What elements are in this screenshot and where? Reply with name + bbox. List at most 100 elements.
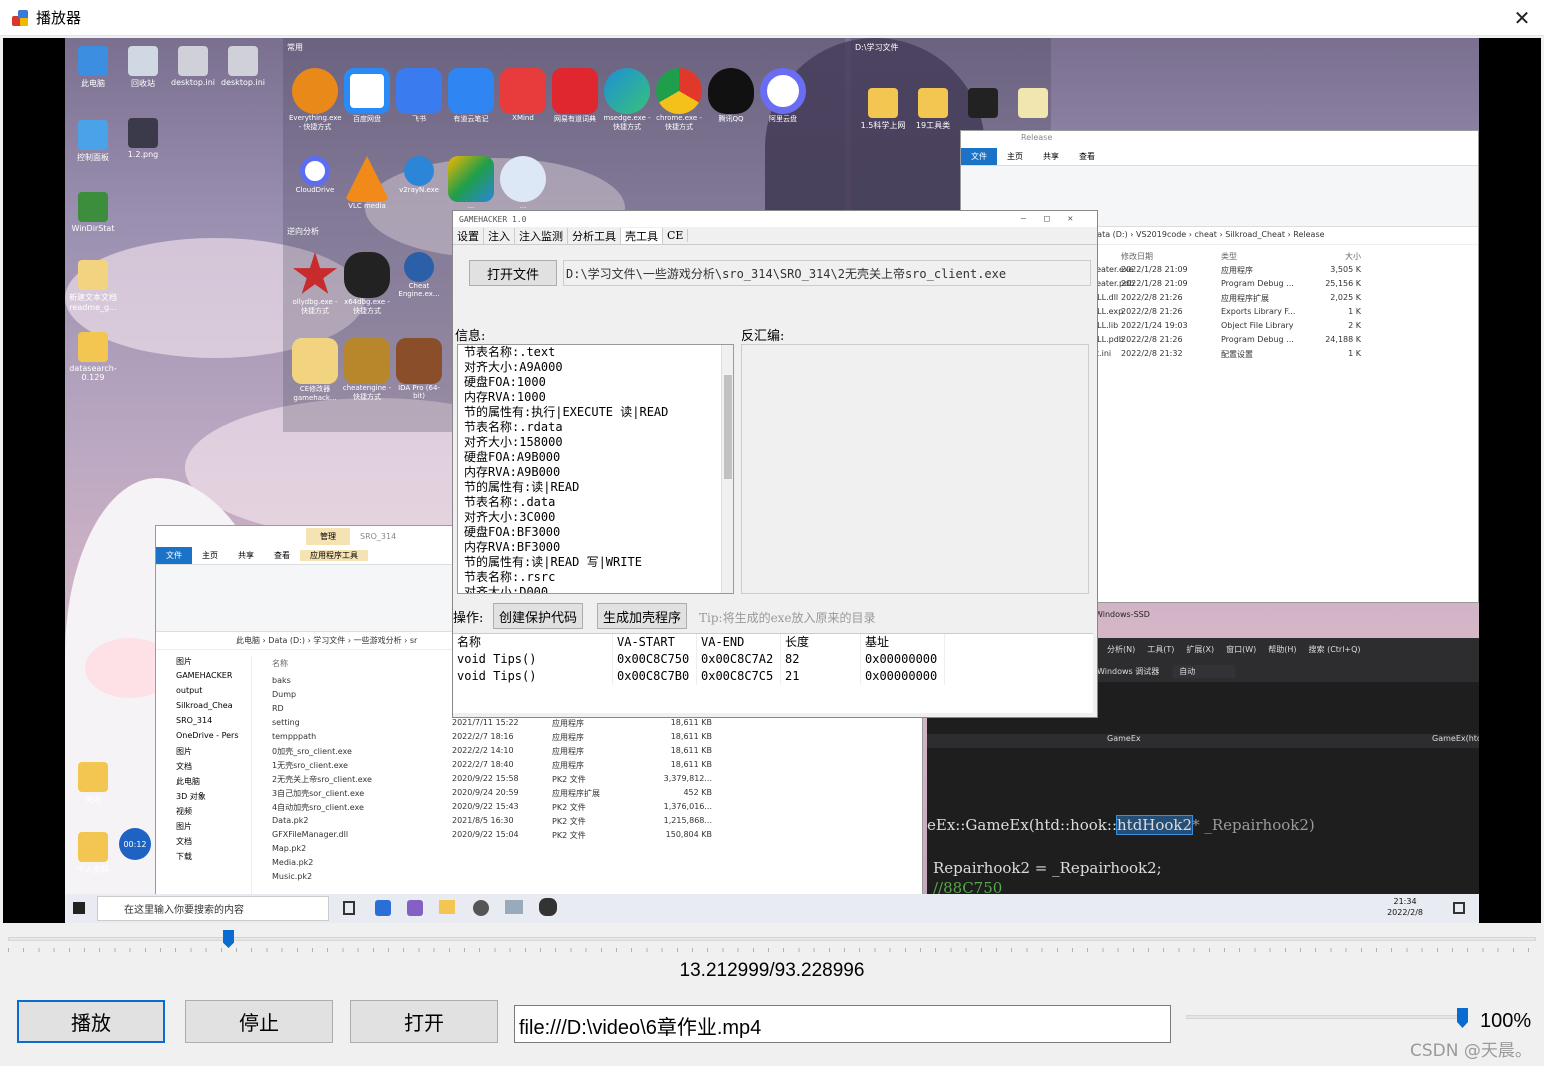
- app-tile[interactable]: Everything.exe - 快捷方式: [289, 68, 342, 132]
- task-view-icon[interactable]: [343, 901, 355, 915]
- nav-item[interactable]: 文档: [156, 761, 251, 776]
- volume-slider[interactable]: [1186, 1008, 1468, 1028]
- app-tile[interactable]: ollydbg.exe - 快捷方式: [289, 252, 341, 316]
- column-header-date[interactable]: 修改日期: [1121, 251, 1221, 265]
- menu-item[interactable]: 壳工具: [621, 227, 663, 244]
- app-tile[interactable]: msedge.exe - 快捷方式: [601, 68, 653, 132]
- vs-member-dropdown[interactable]: GameEx(htd: [1432, 734, 1479, 743]
- vs-menu-item[interactable]: 帮助(H): [1268, 644, 1296, 655]
- volume-track[interactable]: [1186, 1015, 1468, 1019]
- table-row[interactable]: void Tips() 0x00C8C750 0x00C8C7A2 82 0x00000…: [453, 651, 1093, 668]
- app-tile[interactable]: 网易有道词典: [549, 68, 601, 124]
- app-tile[interactable]: 飞书: [393, 68, 445, 124]
- vs-menu-item[interactable]: 扩展(X): [1186, 644, 1214, 655]
- column-header[interactable]: VA-END: [697, 634, 781, 651]
- app-tile[interactable]: 腾讯QQ: [705, 68, 757, 124]
- app-tile[interactable]: v2rayN.exe: [393, 156, 445, 194]
- seek-thumb[interactable]: [222, 930, 234, 948]
- taskbar-app-icon[interactable]: [375, 900, 391, 916]
- nav-item[interactable]: OneDrive - Pers: [156, 731, 251, 746]
- window-controls[interactable]: –□✕: [1021, 214, 1091, 224]
- tab-view[interactable]: 查看: [1069, 151, 1105, 162]
- gamehacker-taskbar-icon[interactable]: [539, 898, 557, 916]
- desktop-icon[interactable]: WinDirStat: [69, 192, 117, 233]
- column-header[interactable]: 长度: [781, 634, 861, 651]
- tab-home[interactable]: 主页: [997, 151, 1033, 162]
- app-tile[interactable]: CloudDrive: [289, 156, 341, 194]
- tab-view[interactable]: 查看: [264, 550, 300, 561]
- folder-icon[interactable]: [959, 88, 1007, 120]
- desktop-icon[interactable]: datasearch-0.129: [69, 332, 117, 382]
- create-protect-code-button[interactable]: 创建保护代码: [493, 603, 583, 629]
- folder-icon[interactable]: 19工具类: [909, 88, 957, 131]
- column-header[interactable]: 名称: [453, 634, 613, 651]
- video-display[interactable]: 此电脑 回收站 desktop.ini desktop.ini 控制面板 1.2…: [3, 38, 1541, 923]
- nav-item[interactable]: 视频: [156, 806, 251, 821]
- file-row[interactable]: 2无壳关上帝sro_client.exe 2020/9/22 15:58 PK2 文…: [272, 774, 912, 788]
- tab-file[interactable]: 文件: [156, 546, 192, 564]
- windows-start-icon[interactable]: [73, 902, 85, 914]
- tab-app-tools[interactable]: 应用程序工具: [300, 549, 368, 561]
- nav-item[interactable]: Silkroad_Chea: [156, 701, 251, 716]
- folder-icon[interactable]: 1.5科学上网: [859, 88, 907, 131]
- nav-item[interactable]: 图片: [156, 821, 251, 836]
- close-button[interactable]: ✕: [1508, 4, 1536, 32]
- vs-menu-item[interactable]: 搜索 (Ctrl+Q): [1309, 644, 1361, 655]
- nav-item[interactable]: 下载: [156, 851, 251, 866]
- vs-scope-dropdown[interactable]: GameEx: [1107, 734, 1141, 743]
- nav-item[interactable]: SRO_314: [156, 716, 251, 731]
- clock-widget[interactable]: 00:12: [119, 828, 151, 860]
- menu-item[interactable]: 注入: [484, 227, 515, 244]
- media-url-input[interactable]: file:///D:\video\6章作业.mp4: [514, 1005, 1171, 1043]
- app-tile[interactable]: 有道云笔记: [445, 68, 497, 124]
- table-row[interactable]: void Tips() 0x00C8C7B0 0x00C8C7C5 21 0x00000…: [453, 668, 1093, 685]
- settings-icon[interactable]: [473, 900, 489, 916]
- vs-menu-item[interactable]: 分析(N): [1107, 644, 1135, 655]
- scrollbar-thumb[interactable]: [724, 375, 732, 479]
- gamehacker-window[interactable]: GAMEHACKER 1.0 –□✕ 设置 注入 注入监测 分析工具 壳工具 CE 打开文…: [452, 210, 1098, 718]
- app-tile[interactable]: CE修改器 gamehack...: [289, 338, 341, 402]
- tab-share[interactable]: 共享: [228, 550, 264, 561]
- column-header[interactable]: 基址: [861, 634, 945, 651]
- notification-icon[interactable]: [1453, 902, 1465, 914]
- app-tile[interactable]: ...: [445, 156, 497, 210]
- app-tile[interactable]: chrome.exe - 快捷方式: [653, 68, 705, 132]
- section-info-textbox[interactable]: 节表名称:.text 对齐大小:A9A000 硬盘FOA:1000 内存RVA:100…: [457, 344, 734, 594]
- app-tile[interactable]: XMind: [497, 68, 549, 122]
- file-row[interactable]: tempppath 2022/2/7 18:16 应用程序 18,611 KB: [272, 732, 912, 746]
- code-line[interactable]: eEx::GameEx(htd::hook::htdHook2* _Repair…: [927, 815, 1315, 835]
- file-row[interactable]: Music.pk2: [272, 872, 912, 886]
- generate-packer-button[interactable]: 生成加壳程序: [597, 603, 687, 629]
- tab-home[interactable]: 主页: [192, 550, 228, 561]
- app-tile[interactable]: VLC media: [341, 156, 393, 210]
- menu-item[interactable]: 分析工具: [568, 227, 621, 244]
- app-tile[interactable]: Cheat Engine.ex...: [393, 252, 445, 298]
- desktop-icon[interactable]: 回收站: [119, 46, 167, 89]
- file-row[interactable]: setting 2021/7/11 15:22 应用程序 18,611 KB: [272, 718, 912, 732]
- column-header[interactable]: VA-START: [613, 634, 697, 651]
- config-dropdown[interactable]: 自动: [1173, 664, 1236, 678]
- nav-item[interactable]: 此电脑: [156, 776, 251, 791]
- tab-share[interactable]: 共享: [1033, 151, 1069, 162]
- column-header-name[interactable]: 名称: [272, 658, 288, 669]
- nav-item[interactable]: 文档: [156, 836, 251, 851]
- desktop-icon[interactable]: desktop.ini: [219, 46, 267, 87]
- file-row[interactable]: GFXFileManager.dll 2020/9/22 15:04 PK2 文件 1…: [272, 830, 912, 844]
- volume-thumb[interactable]: [1457, 1008, 1468, 1028]
- seek-slider[interactable]: [8, 930, 1536, 958]
- file-row[interactable]: Data.pk2 2021/8/5 16:30 PK2 文件 1,215,868...: [272, 816, 912, 830]
- nav-item[interactable]: GAMEHACKER: [156, 671, 251, 686]
- debugger-dropdown[interactable]: Windows 调试器: [1097, 666, 1159, 677]
- menu-item[interactable]: 注入监测: [515, 227, 568, 244]
- info-scrollbar[interactable]: [721, 345, 733, 593]
- play-button[interactable]: 播放: [17, 1000, 165, 1043]
- seek-track[interactable]: [8, 937, 1536, 941]
- file-row[interactable]: 1无壳sro_client.exe 2022/2/7 18:40 应用程序 18,61…: [272, 760, 912, 774]
- taskbar-search[interactable]: 在这里输入你要搜索的内容: [97, 896, 329, 921]
- file-row[interactable]: 0加壳_sro_client.exe 2022/2/2 14:10 应用程序 18,6…: [272, 746, 912, 760]
- column-header-type[interactable]: 类型: [1221, 251, 1311, 265]
- nav-item[interactable]: 图片: [156, 746, 251, 761]
- vs-menu-item[interactable]: 工具(T): [1147, 644, 1174, 655]
- app-tile[interactable]: 阿里云盘: [757, 68, 809, 124]
- file-row[interactable]: Map.pk2: [272, 844, 912, 858]
